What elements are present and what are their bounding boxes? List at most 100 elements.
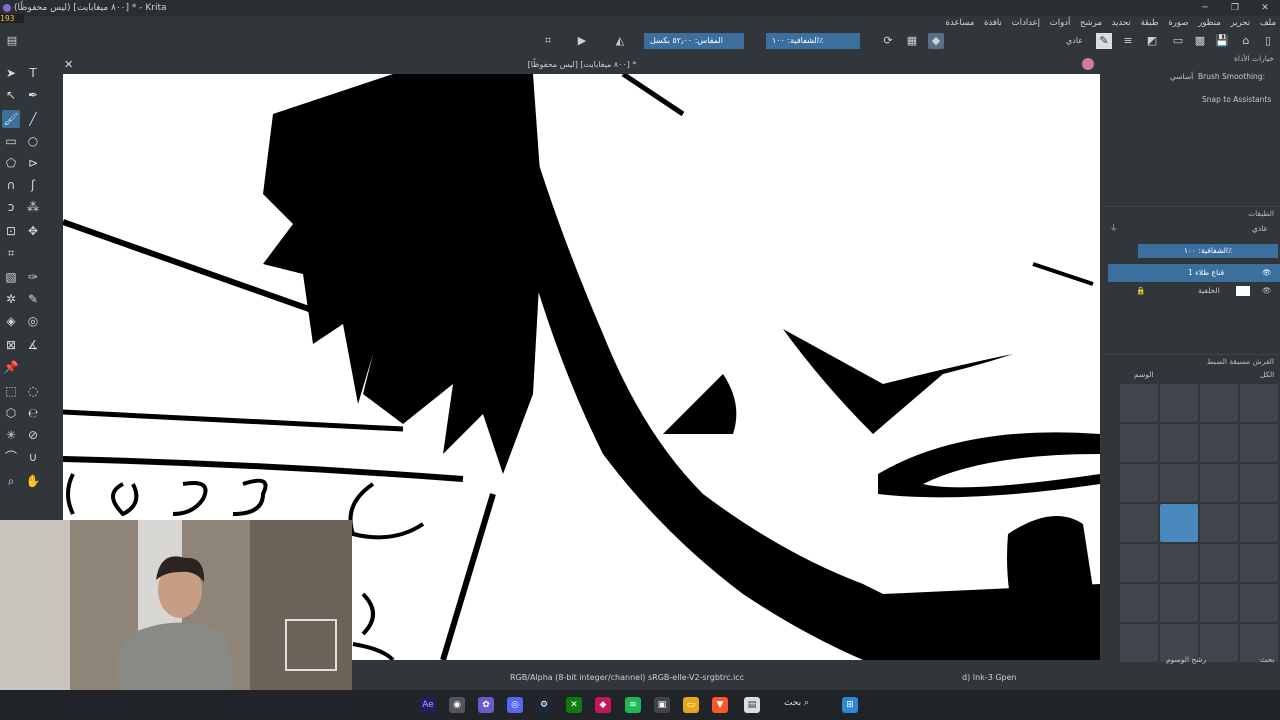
minimize-button[interactable]: ─ [1190, 0, 1220, 16]
new-document-icon[interactable]: ▯ [1260, 33, 1276, 49]
menu-layer[interactable]: طبقة [1140, 18, 1158, 28]
visibility-icon[interactable]: 👁 [1262, 282, 1272, 300]
file-explorer-icon[interactable]: ▭ [683, 697, 699, 713]
polygon-select-icon[interactable]: ⬡ [2, 404, 20, 422]
notes-icon[interactable]: ▤ [744, 697, 760, 713]
brush-preset[interactable] [1120, 464, 1158, 502]
play-direction-icon[interactable]: ▶ [574, 33, 590, 49]
ellipse-tool-icon[interactable]: ○ [24, 132, 42, 150]
contiguous-select-icon[interactable]: ✳ [2, 426, 20, 444]
app-icon[interactable]: ◆ [595, 697, 611, 713]
close-window-button[interactable]: ✕ [1250, 0, 1280, 16]
brush-preset[interactable] [1160, 544, 1198, 582]
rectangle-tool-icon[interactable]: ▭ [2, 132, 20, 150]
menu-window[interactable]: نافذة [984, 18, 1002, 28]
close-document-icon[interactable]: ✕ [64, 58, 76, 72]
brush-preset[interactable] [1120, 504, 1158, 542]
brush-preset[interactable] [1120, 584, 1158, 622]
zoom-tool-icon[interactable]: ⌕ [2, 472, 20, 490]
brush-preset[interactable] [1120, 544, 1158, 582]
brush-preset[interactable] [1200, 544, 1238, 582]
ellipse-select-icon[interactable]: ◌ [24, 382, 42, 400]
discord-icon[interactable]: ◎ [507, 697, 523, 713]
brush-preset[interactable] [1120, 384, 1158, 422]
layer-row[interactable]: قناع طلاء 1 👁 [1108, 264, 1280, 282]
enclose-fill-icon[interactable]: ◎ [24, 312, 42, 330]
fill-tool-icon[interactable]: ◈ [2, 312, 20, 330]
brush-preset[interactable] [1240, 384, 1278, 422]
bezier-select-icon[interactable]: ⌒ [2, 448, 20, 466]
menu-tools[interactable]: أدوات [1050, 18, 1071, 28]
eraser-mode-icon[interactable]: ◆ [928, 33, 944, 49]
pan-tool-icon[interactable]: ✋ [24, 472, 42, 490]
maximize-button[interactable]: ❐ [1220, 0, 1250, 16]
reset-rotation-icon[interactable]: ⟳ [880, 33, 896, 49]
colorize-mask-icon[interactable]: ✲ [2, 290, 20, 308]
edit-shapes-icon[interactable]: ↖ [2, 86, 20, 104]
brush-filter-all[interactable]: الكل [1260, 370, 1274, 379]
brush-search[interactable]: بحث [1260, 655, 1274, 664]
measure-tool-icon[interactable]: ∡ [24, 336, 42, 354]
crop-icon[interactable]: ⌗ [540, 33, 556, 49]
menu-edit[interactable]: تحرير [1231, 18, 1251, 28]
fg-bg-color-icon[interactable]: ◩ [1144, 33, 1160, 49]
after-effects-icon[interactable]: Ae [420, 697, 436, 713]
lock-icon[interactable]: 🔒 [1136, 282, 1145, 300]
taskbar-search[interactable]: بحث ⌕ [784, 698, 809, 708]
brush-preset[interactable] [1160, 424, 1198, 462]
brush-preset[interactable] [1200, 384, 1238, 422]
smart-patch-icon[interactable]: ✎ [24, 290, 42, 308]
menu-settings[interactable]: إعدادات [1012, 18, 1040, 28]
brush-smoothing-select[interactable]: أساسي [1170, 72, 1193, 81]
polyline-tool-icon[interactable]: ⊳ [24, 154, 42, 172]
layer-filter-icon[interactable]: ⏚ [1110, 222, 1118, 233]
crop-tool-icon[interactable]: ⌗ [2, 244, 20, 262]
chrome-icon[interactable]: ◉ [449, 697, 465, 713]
menu-select[interactable]: تحديد [1112, 18, 1131, 28]
assistant-tool-icon[interactable]: ⊠ [2, 336, 20, 354]
brush-preset-selected[interactable] [1160, 504, 1198, 542]
bezier-tool-icon[interactable]: ∩ [2, 176, 20, 194]
layer-blend-mode[interactable]: عادي [1252, 224, 1268, 233]
document-tab[interactable]: [ليس محفوظًا] [٨٠٠ ميغابايت] * [62, 56, 1102, 74]
brush-preset-icon[interactable]: ✎ [1096, 33, 1112, 49]
brush-size-field[interactable]: المقاس: ٥٢٫٠٠ بكسل [644, 33, 744, 49]
spotify-icon[interactable]: ≋ [625, 697, 641, 713]
open-folder-icon[interactable]: ⌂ [1238, 33, 1254, 49]
alpha-lock-icon[interactable]: ▦ [904, 33, 920, 49]
brush-preset[interactable] [1200, 584, 1238, 622]
visibility-icon[interactable]: 👁 [1262, 264, 1272, 282]
mirror-horizontal-icon[interactable]: ◭ [612, 33, 628, 49]
brush-preset[interactable] [1240, 544, 1278, 582]
brush-preset[interactable] [1240, 464, 1278, 502]
layer-row[interactable]: الخلفية 🔒 👁 [1108, 282, 1280, 300]
gradient-tool-icon[interactable]: ▧ [2, 268, 20, 286]
store-icon[interactable]: ▣ [654, 697, 670, 713]
brush-preset[interactable] [1240, 424, 1278, 462]
multibrush-icon[interactable]: ⁂ [24, 198, 42, 216]
blend-mode-select[interactable]: عادي [1060, 33, 1092, 49]
brush-preset[interactable] [1200, 464, 1238, 502]
docker-toggle-icon[interactable]: ▤ [4, 33, 20, 49]
krita-icon[interactable]: ✿ [478, 697, 494, 713]
brush-tag-select[interactable]: الوسم [1134, 370, 1154, 379]
polygon-tool-icon[interactable]: ⬠ [2, 154, 20, 172]
brush-preset[interactable] [1120, 424, 1158, 462]
dynamic-brush-icon[interactable]: ↄ [2, 198, 20, 216]
brush-preset[interactable] [1240, 584, 1278, 622]
menu-filter[interactable]: مرشح [1080, 18, 1102, 28]
save-icon[interactable]: 💾 [1214, 33, 1230, 49]
xbox-icon[interactable]: ✕ [566, 697, 582, 713]
transform-tool-icon[interactable]: ⊡ [2, 222, 20, 240]
layer-opacity-field[interactable]: الشفافية: ١٠٠٪ [1138, 244, 1278, 258]
brush-preset[interactable] [1200, 424, 1238, 462]
opacity-field[interactable]: الشفافية: ١٠٠٪ [766, 33, 860, 49]
snap-to-assistants-label[interactable]: Snap to Assistants [1202, 95, 1271, 104]
start-button-icon[interactable]: ⊞ [842, 697, 858, 713]
reference-tool-icon[interactable]: 📌 [2, 358, 20, 376]
menu-help[interactable]: مساعدة [946, 18, 975, 28]
freehand-brush-icon[interactable]: 🖌 [2, 110, 20, 128]
magnetic-select-icon[interactable]: ∪ [24, 448, 42, 466]
gradient-icon[interactable]: ▭ [1170, 33, 1186, 49]
pattern-icon[interactable]: ▩ [1192, 33, 1208, 49]
